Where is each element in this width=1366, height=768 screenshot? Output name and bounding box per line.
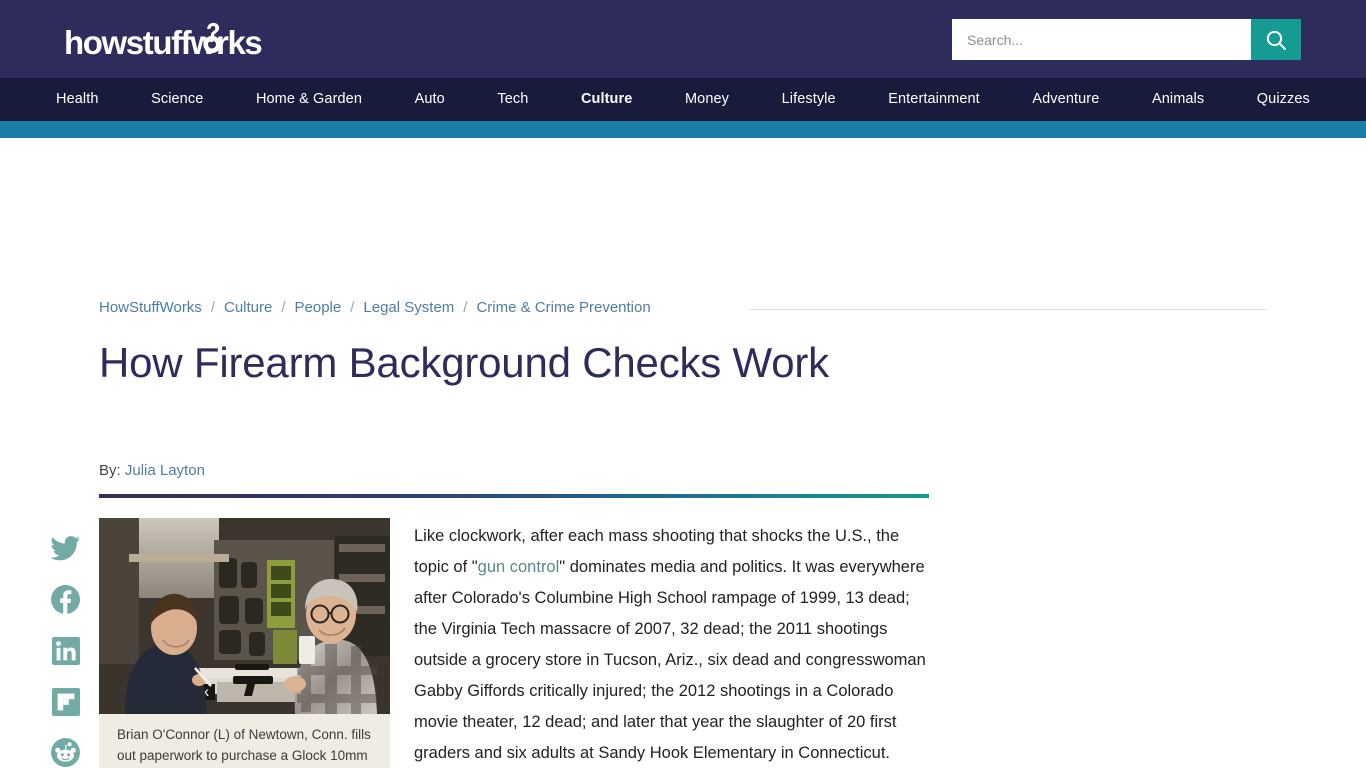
main-nav: Health Science Home & Garden Auto Tech C… bbox=[0, 78, 1366, 121]
search-button[interactable] bbox=[1251, 19, 1301, 60]
flipboard-icon bbox=[51, 687, 80, 716]
linkedin-in-icon bbox=[51, 636, 80, 665]
nav-item-auto[interactable]: Auto bbox=[415, 78, 445, 121]
breadcrumb-item-howstuffworks[interactable]: HowStuffWorks bbox=[99, 299, 202, 316]
breadcrumb: HowStuffWorks / Culture / People / Legal… bbox=[99, 299, 651, 316]
gun-control-link[interactable]: gun control bbox=[478, 558, 560, 576]
paragraph-1-after-link: " dominates media and politics. It was e… bbox=[414, 558, 926, 762]
author-link[interactable]: Julia Layton bbox=[125, 462, 205, 479]
article-page: HowStuffWorks / Culture / People / Legal… bbox=[0, 138, 1366, 768]
article-body: Like clockwork, after each mass shooting… bbox=[414, 521, 928, 768]
reddit-alien-icon bbox=[51, 738, 80, 767]
nav-item-tech[interactable]: Tech bbox=[497, 78, 528, 121]
byline: By: Julia Layton bbox=[99, 462, 205, 479]
svg-text:howstuffw: howstuffw bbox=[64, 24, 216, 61]
gun-shop-photo: GLOCK bbox=[99, 518, 390, 714]
nav-item-quizzes[interactable]: Quizzes bbox=[1257, 78, 1310, 121]
site-header: howstuffw rks bbox=[0, 0, 1366, 78]
flipboard-icon[interactable] bbox=[50, 686, 81, 717]
paragraph-1: Like clockwork, after each mass shooting… bbox=[414, 521, 928, 768]
site-logo[interactable]: howstuffw rks bbox=[64, 17, 264, 63]
search-form[interactable] bbox=[952, 19, 1301, 60]
breadcrumb-separator: / bbox=[463, 299, 468, 316]
figure-caption: Brian O'Connor (L) of Newtown, Conn. fil… bbox=[99, 714, 390, 768]
nav-item-money[interactable]: Money bbox=[685, 78, 729, 121]
nav-item-lifestyle[interactable]: Lifestyle bbox=[782, 78, 836, 121]
main-nav-items: Health Science Home & Garden Auto Tech C… bbox=[56, 78, 1310, 121]
nav-item-animals[interactable]: Animals bbox=[1152, 78, 1204, 121]
page-title: How Firearm Background Checks Work bbox=[99, 339, 829, 386]
twitter-bird-icon bbox=[50, 536, 80, 561]
reddit-icon[interactable] bbox=[50, 737, 81, 768]
figure-caption-text: Brian O'Connor (L) of Newtown, Conn. fil… bbox=[117, 727, 371, 763]
facebook-f-icon bbox=[51, 585, 80, 614]
twitter-icon[interactable] bbox=[50, 533, 81, 564]
linkedin-icon[interactable] bbox=[50, 635, 81, 666]
search-icon bbox=[1266, 30, 1286, 50]
article-figure: GLOCK bbox=[99, 518, 390, 768]
byline-prefix: By: bbox=[99, 462, 121, 479]
nav-item-science[interactable]: Science bbox=[151, 78, 203, 121]
nav-item-adventure[interactable]: Adventure bbox=[1032, 78, 1099, 121]
breadcrumb-separator: / bbox=[350, 299, 355, 316]
breadcrumb-separator: / bbox=[281, 299, 286, 316]
accent-strip bbox=[0, 121, 1366, 138]
breadcrumb-item-people[interactable]: People bbox=[295, 299, 342, 316]
article-image: GLOCK bbox=[99, 518, 390, 714]
breadcrumb-item-crime-crime-prevention[interactable]: Crime & Crime Prevention bbox=[476, 299, 650, 316]
nav-item-culture[interactable]: Culture bbox=[581, 78, 632, 121]
search-input[interactable] bbox=[952, 19, 1251, 60]
nav-item-health[interactable]: Health bbox=[56, 78, 99, 121]
breadcrumb-divider bbox=[749, 309, 1267, 310]
howstuffworks-logo-icon: howstuffw rks bbox=[64, 22, 263, 61]
social-share-rail bbox=[50, 533, 82, 768]
breadcrumb-item-culture[interactable]: Culture bbox=[224, 299, 272, 316]
svg-text:rks: rks bbox=[216, 24, 261, 61]
breadcrumb-item-legal-system[interactable]: Legal System bbox=[363, 299, 454, 316]
nav-item-home-garden[interactable]: Home & Garden bbox=[256, 78, 362, 121]
facebook-icon[interactable] bbox=[50, 584, 81, 615]
title-divider bbox=[99, 494, 929, 498]
breadcrumb-separator: / bbox=[210, 299, 215, 316]
nav-item-entertainment[interactable]: Entertainment bbox=[888, 78, 980, 121]
